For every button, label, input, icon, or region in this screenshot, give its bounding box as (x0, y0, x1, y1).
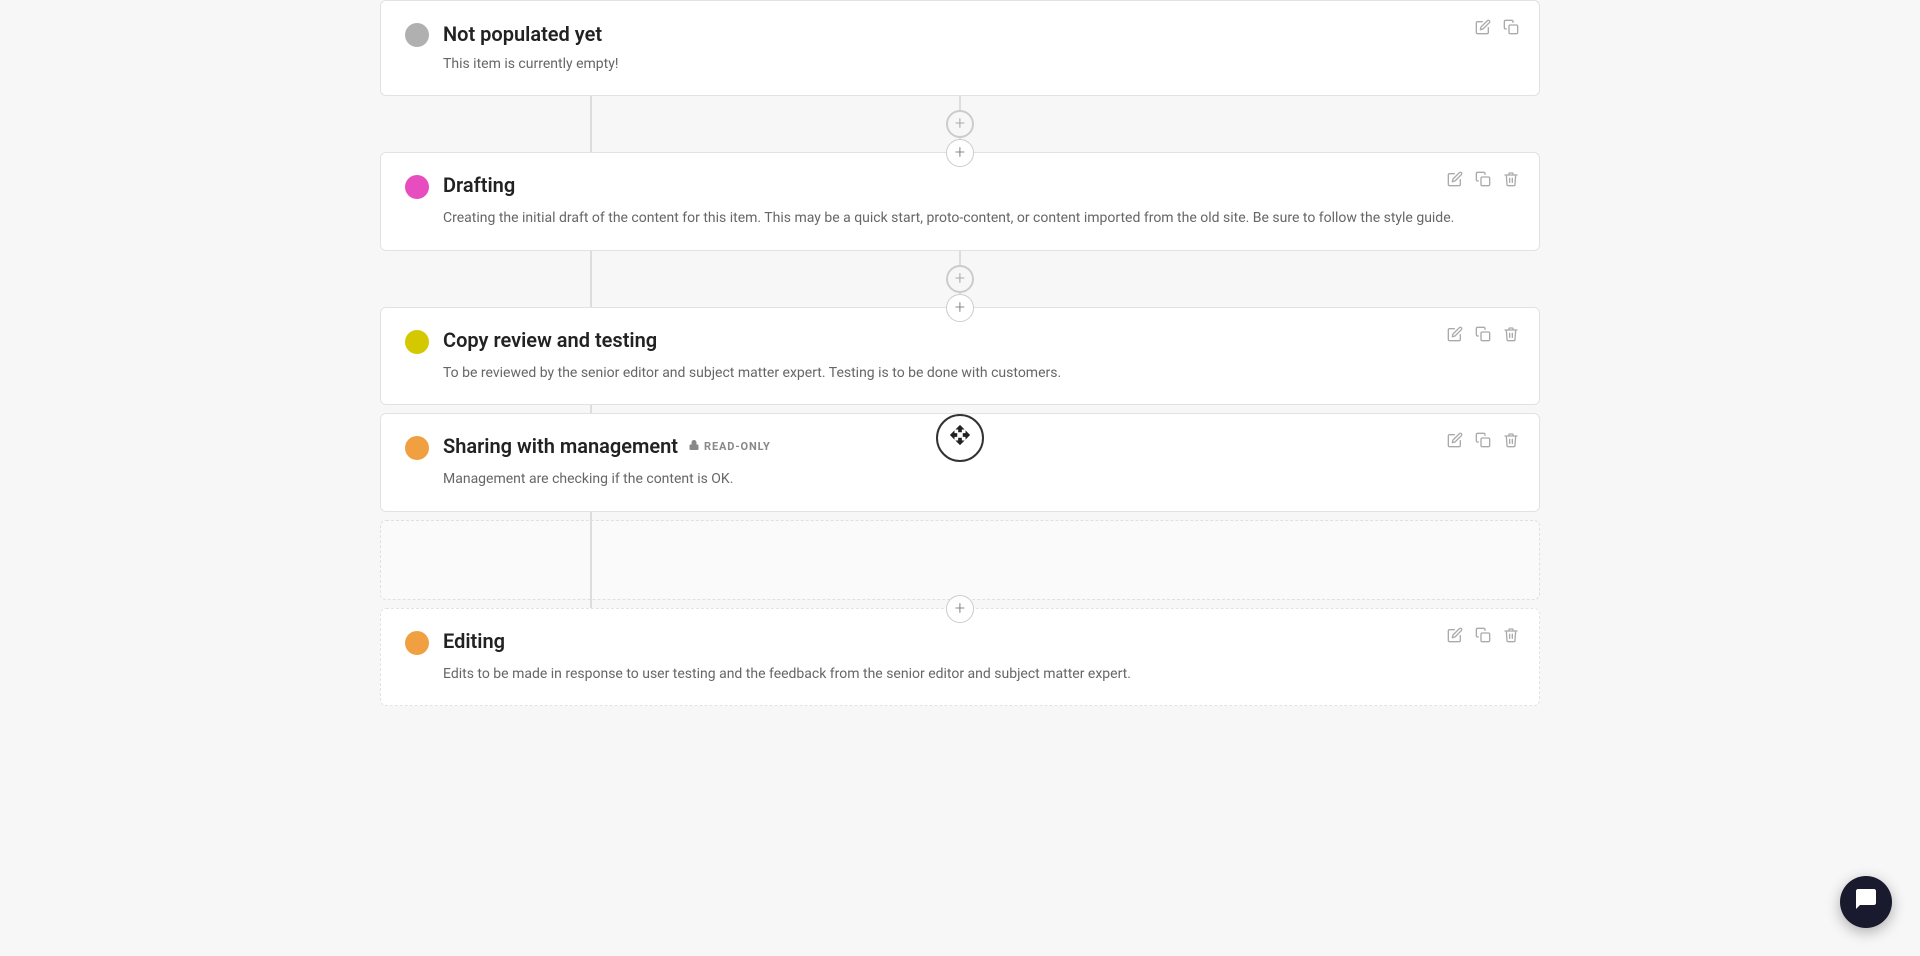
stage-dot-drafting (405, 175, 429, 199)
plus-icon-editing: + (955, 600, 965, 618)
stage-card-sharing: Sharing with management READ-ONLY Manage… (380, 413, 1540, 511)
stage-card-not-populated: Not populated yet This item is currently… (380, 0, 1540, 96)
stage-description-copy-review: To be reviewed by the senior editor and … (443, 362, 1515, 384)
stage-card-drafting: + Drafting Creating the initial draft of… (380, 152, 1540, 250)
stage-title-not-populated: Not populated yet (443, 22, 602, 46)
readonly-badge: READ-ONLY (688, 439, 771, 454)
card-wrapper-drafting: + Drafting Creating the initial draft of… (380, 152, 1540, 250)
empty-drop-zone (380, 520, 1540, 600)
card-wrapper-sharing: Sharing with management READ-ONLY Manage… (380, 413, 1540, 511)
stage-dot-copy-review (405, 330, 429, 354)
readonly-label: READ-ONLY (704, 440, 771, 453)
delete-icon-copy-review[interactable] (1503, 326, 1519, 346)
copy-icon-editing[interactable] (1475, 627, 1491, 647)
card-actions-sharing (1447, 432, 1519, 452)
add-stage-btn-1[interactable]: + (946, 110, 974, 138)
stage-title-drafting: Drafting (443, 173, 515, 197)
stage-dot-sharing (405, 436, 429, 460)
plus-icon-copy-review: + (955, 299, 965, 317)
edit-icon-drafting[interactable] (1447, 171, 1463, 191)
card-actions-copy-review (1447, 326, 1519, 346)
stage-card-copy-review: + Copy review and testing To be reviewed… (380, 307, 1540, 405)
plus-btn-editing[interactable]: + (946, 595, 974, 623)
copy-icon-drafting[interactable] (1475, 171, 1491, 191)
copy-icon-not-populated[interactable] (1503, 19, 1519, 39)
chat-icon (1854, 887, 1878, 917)
delete-icon-editing[interactable] (1503, 627, 1519, 647)
stage-title-editing: Editing (443, 629, 505, 653)
stage-description-sharing: Management are checking if the content i… (443, 468, 1515, 490)
stage-title-copy-review: Copy review and testing (443, 328, 657, 352)
chat-bubble[interactable] (1840, 876, 1892, 928)
stage-card-editing: + Editing Edits to be made in response t… (380, 608, 1540, 706)
delete-icon-sharing[interactable] (1503, 432, 1519, 452)
copy-icon-copy-review[interactable] (1475, 326, 1491, 346)
plus-btn-drafting[interactable]: + (946, 139, 974, 167)
delete-icon-drafting[interactable] (1503, 171, 1519, 191)
stage-description-editing: Edits to be made in response to user tes… (443, 663, 1515, 685)
plus-icon-1: + (955, 115, 965, 133)
plus-icon-2: + (955, 270, 965, 288)
card-wrapper-editing: + Editing Edits to be made in response t… (380, 608, 1540, 706)
lock-icon (688, 439, 700, 454)
stage-dot-editing (405, 631, 429, 655)
edit-icon-not-populated[interactable] (1475, 19, 1491, 39)
card-actions-not-populated (1475, 19, 1519, 39)
stage-dot-not-populated (405, 23, 429, 47)
stage-description-not-populated: This item is currently empty! (443, 53, 1515, 75)
card-wrapper-copy-review: + Copy review and testing To be reviewed… (380, 307, 1540, 405)
plus-icon-drafting: + (955, 144, 965, 162)
stage-title-sharing: Sharing with management (443, 434, 678, 458)
copy-icon-sharing[interactable] (1475, 432, 1491, 452)
card-actions-drafting (1447, 171, 1519, 191)
edit-icon-sharing[interactable] (1447, 432, 1463, 452)
card-actions-editing (1447, 627, 1519, 647)
edit-icon-editing[interactable] (1447, 627, 1463, 647)
stage-description-drafting: Creating the initial draft of the conten… (443, 207, 1515, 229)
plus-btn-copy-review[interactable]: + (946, 294, 974, 322)
edit-icon-copy-review[interactable] (1447, 326, 1463, 346)
add-stage-btn-2[interactable]: + (946, 265, 974, 293)
empty-area (380, 520, 1540, 600)
